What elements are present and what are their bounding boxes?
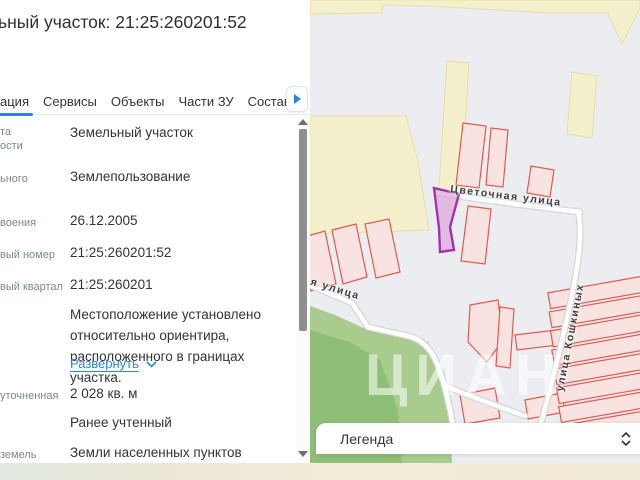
chevron-right-icon — [293, 94, 301, 104]
screen: ьный участок: 21:25:260201:52 ация Серви… — [0, 0, 640, 480]
tab-parcel-parts[interactable]: Части ЗУ — [178, 88, 233, 115]
collapse-expand-icon[interactable] — [620, 431, 632, 447]
map-layers — [310, 0, 640, 463]
tab-services[interactable]: Сервисы — [43, 88, 97, 115]
field-label: уточненная — [0, 390, 59, 402]
field-label: та — [0, 126, 12, 138]
tab-information[interactable]: ация — [0, 88, 33, 116]
tabbar: ация Сервисы Объекты Части ЗУ Состав — [0, 88, 310, 116]
field-value-cadastral-number: 21:25:260201:52 — [70, 245, 172, 260]
chevron-down-icon — [146, 361, 157, 368]
legend-bar[interactable]: Легенда — [316, 423, 640, 454]
field-label: ости — [0, 140, 23, 152]
field-value-date: 26.12.2005 — [70, 213, 138, 228]
parcel-info-panel: ьный участок: 21:25:260201:52 ация Серви… — [0, 0, 310, 463]
field-value-land-use: Землепользование — [70, 169, 191, 184]
legend-title: Легенда — [340, 430, 394, 447]
scroll-down-icon[interactable] — [298, 451, 308, 457]
map-canvas[interactable]: ЦИАН Цветочная улица улица Кошкиных кая … — [310, 0, 640, 463]
field-label: земель — [0, 449, 37, 461]
field-value-land-category: Земли населенных пунктов — [70, 445, 242, 460]
field-value-cadastral-quarter: 21:25:260201 — [70, 277, 153, 292]
field-value-location: Местоположение установлено относительно … — [70, 307, 261, 385]
field-label: вый квартал — [0, 281, 63, 293]
field-value-object-type: Земельный участок — [70, 125, 193, 140]
page-title: ьный участок: 21:25:260201:52 — [0, 12, 247, 32]
tabs-overflow-button[interactable] — [286, 86, 308, 112]
field-label: ьного — [0, 173, 28, 185]
field-label: воения — [0, 217, 37, 229]
field-label: вый номер — [0, 249, 55, 261]
tab-composition[interactable]: Состав — [248, 88, 291, 115]
scroll-up-icon[interactable] — [298, 119, 308, 125]
scrollbar-thumb[interactable] — [299, 129, 307, 331]
expand-link[interactable]: Развернуть — [70, 356, 157, 371]
tab-objects[interactable]: Объекты — [111, 88, 165, 115]
field-value-area: 2 028 кв. м — [70, 386, 138, 401]
field-value-status: Ранее учтенный — [70, 415, 172, 430]
panel-scrollbar[interactable] — [297, 115, 309, 463]
taskbar: Поиск M ✕ — [0, 463, 640, 480]
